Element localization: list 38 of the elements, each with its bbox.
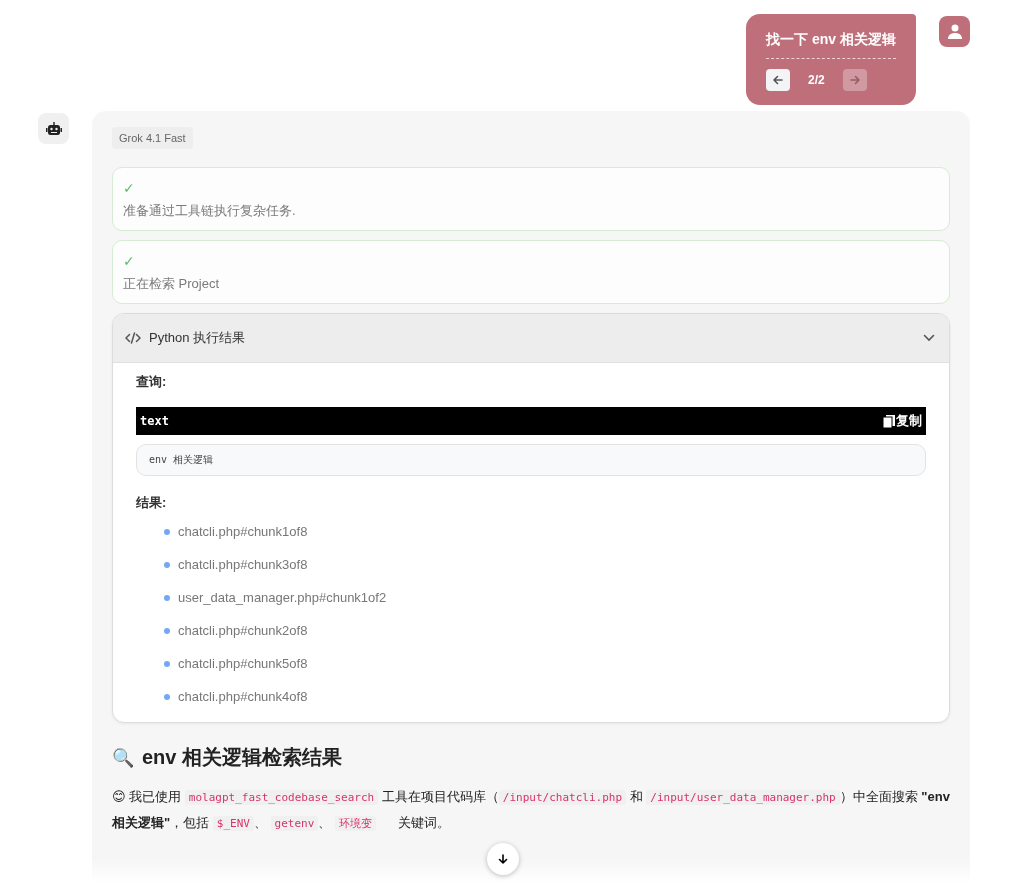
result-item: chatcli.php#chunk2of8	[178, 623, 308, 638]
right-arrow-icon	[848, 74, 861, 86]
panel-header[interactable]: Python 执行结果	[113, 314, 949, 363]
result-item: chatcli.php#chunk5of8	[178, 656, 308, 671]
robot-icon	[38, 113, 69, 144]
summary-paragraph: 😊 我已使用 molagpt_fast_codebase_search 工具在项目代码库（ /input/chatcli.php 和 /input/user_data_manager.php ）中全面搜索 "env 相关逻辑"，包括 $_ENV 、 getenv 、 环境变 关键词。	[112, 788, 950, 833]
code-language: text	[140, 414, 169, 428]
page-counter: 2/2	[808, 73, 825, 87]
code-block: env 相关逻辑	[136, 444, 926, 476]
panel-title: Python 执行结果	[149, 329, 247, 347]
bullet-icon	[164, 660, 170, 667]
message-text: 找一下 env 相关逻辑	[766, 31, 896, 59]
code-icon	[125, 332, 141, 344]
query-label: 查询:	[136, 373, 167, 391]
results-label: 结果:	[136, 494, 167, 512]
check-icon: ✓	[123, 253, 135, 269]
down-arrow-icon	[497, 853, 509, 865]
left-arrow-icon	[772, 74, 785, 86]
result-item: user_data_manager.php#chunk1of2	[178, 590, 387, 605]
step-text: 准备通过工具链执行复杂任务.	[123, 202, 297, 220]
result-item: chatcli.php#chunk3of8	[178, 557, 308, 572]
previous-button[interactable]	[766, 69, 791, 91]
model-tag: Grok 4.1 Fast	[112, 127, 193, 149]
user-icon	[939, 16, 970, 47]
check-icon: ✓	[123, 180, 135, 196]
bullet-icon	[164, 561, 170, 568]
chevron-icon[interactable]	[923, 334, 935, 342]
bullet-icon	[164, 627, 170, 634]
copy-button[interactable]: 复制	[883, 412, 922, 430]
result-item: chatcli.php#chunk4of8	[178, 689, 308, 704]
result-item: chatcli.php#chunk1of8	[178, 524, 308, 539]
bullet-icon	[164, 528, 170, 535]
copy-icon	[883, 414, 895, 428]
bullet-icon	[164, 594, 170, 601]
section-heading: env 相关逻辑检索结果	[142, 745, 343, 770]
magnifier-icon: 🔍	[112, 746, 134, 769]
bullet-icon	[164, 693, 170, 700]
step-text: 正在检索 Project	[123, 275, 221, 293]
